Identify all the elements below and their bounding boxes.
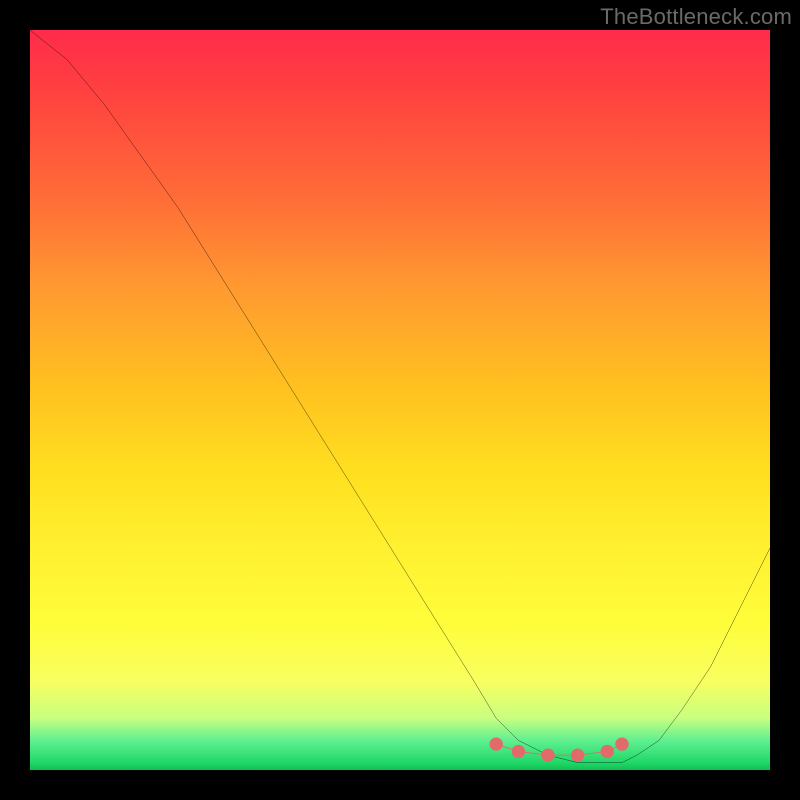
bottleneck-curve [30, 30, 770, 770]
chart-frame: TheBottleneck.com [0, 0, 800, 800]
curve-polyline [30, 30, 770, 763]
plot-area [30, 30, 770, 770]
optimal-zone-markers [490, 737, 629, 761]
watermark-text: TheBottleneck.com [600, 4, 792, 30]
